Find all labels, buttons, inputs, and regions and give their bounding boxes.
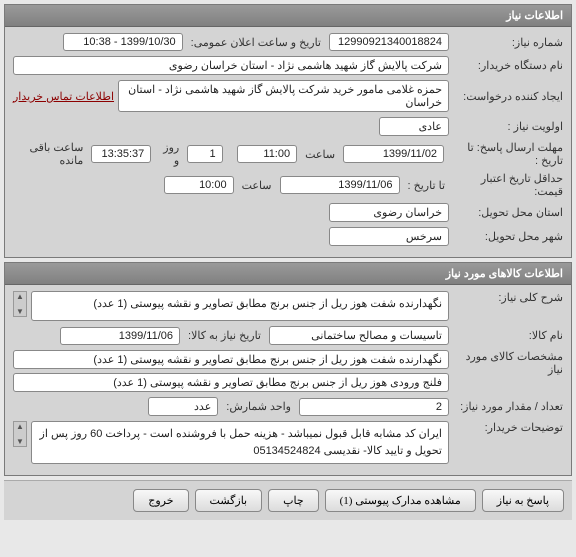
specs-label: مشخصات کالای مورد نیاز <box>453 350 563 376</box>
priority-label: اولویت نیاز : <box>453 120 563 133</box>
credit-time-label: ساعت <box>238 179 276 192</box>
need-info-panel: اطلاعات نیاز شماره نیاز: 129909213400188… <box>4 4 572 258</box>
general-desc-label: شرح کلی نیاز: <box>453 291 563 304</box>
goods-info-panel: اطلاعات کالاهای مورد نیاز شرح کلی نیاز: … <box>4 262 572 476</box>
deadline-label: مهلت ارسال پاسخ: تا تاریخ : <box>448 141 563 167</box>
goods-date-field: 1399/11/06 <box>60 327 180 345</box>
need-number-label: شماره نیاز: <box>453 36 563 49</box>
buyer-org-label: نام دستگاه خریدار: <box>453 59 563 72</box>
hours-left-label: ساعت باقی مانده <box>13 141 87 167</box>
buyer-org-field: شرکت پالایش گاز شهید هاشمی نژاد - استان … <box>13 56 449 75</box>
requester-field: حمزه غلامی مامور خرید شرکت پالایش گاز شه… <box>118 80 449 112</box>
credit-date-field: 1399/11/06 <box>280 176 400 194</box>
back-button[interactable]: بازگشت <box>195 489 263 512</box>
unit-field: عدد <box>148 397 218 416</box>
qty-label: تعداد / مقدار مورد نیاز: <box>453 400 563 413</box>
buyer-notes-field: ایران کد مشابه قابل قبول نمیباشد - هزینه… <box>31 421 449 464</box>
requester-label: ایجاد کننده درخواست: <box>453 90 563 103</box>
announce-label: تاریخ و ساعت اعلان عمومی: <box>187 36 325 49</box>
hours-left-field: 13:35:37 <box>91 145 151 163</box>
credit-label: حداقل تاریخ اعتبار قیمت: <box>453 172 563 198</box>
print-button[interactable]: چاپ <box>268 489 319 512</box>
announce-field: 1399/10/30 - 10:38 <box>63 33 183 51</box>
scroll-icon[interactable]: ▲▼ <box>13 291 27 317</box>
qty-field: 2 <box>299 398 449 416</box>
credit-time-field: 10:00 <box>164 176 234 194</box>
need-info-body: شماره نیاز: 12990921340018824 تاریخ و سا… <box>5 27 571 257</box>
scroll-icon-2[interactable]: ▲▼ <box>13 421 27 447</box>
goods-info-header: اطلاعات کالاهای مورد نیاز <box>5 263 571 285</box>
specs-line1: نگهدارنده شفت هوز ریل از جنس برنج مطابق … <box>13 350 449 369</box>
delivery-province-field: خراسان رضوی <box>329 203 449 222</box>
delivery-city-field: سرخس <box>329 227 449 246</box>
deadline-time-label: ساعت <box>301 148 339 161</box>
exit-button[interactable]: خروج <box>133 489 188 512</box>
delivery-city-label: شهر محل تحویل: <box>453 230 563 243</box>
unit-label: واحد شمارش: <box>222 400 295 413</box>
days-left-field: 1 <box>187 145 222 163</box>
buyer-notes-label: توضیحات خریدار: <box>453 421 563 434</box>
need-info-header: اطلاعات نیاز <box>5 5 571 27</box>
specs-line2: فلنج ورودی هوز ریل از جنس برنج مطابق تصا… <box>13 373 449 392</box>
deadline-time-field: 11:00 <box>237 145 297 163</box>
button-bar: پاسخ به نیاز مشاهده مدارک پیوستی (1) چاپ… <box>4 480 572 520</box>
respond-button[interactable]: پاسخ به نیاز <box>482 489 564 512</box>
general-desc-field: نگهدارنده شفت هوز ریل از جنس برنج مطابق … <box>31 291 449 321</box>
goods-info-body: شرح کلی نیاز: نگهدارنده شفت هوز ریل از ج… <box>5 285 571 475</box>
priority-field: عادی <box>379 117 449 136</box>
goods-name-field: تاسیسات و مصالح ساختمانی <box>269 326 449 345</box>
deadline-date-field: 1399/11/02 <box>343 145 444 163</box>
need-number-field: 12990921340018824 <box>329 33 449 51</box>
contact-link[interactable]: اطلاعات تماس خریدار <box>13 90 114 103</box>
goods-date-label: تاریخ نیاز به کالا: <box>184 329 265 342</box>
credit-to-label: تا تاریخ : <box>404 179 449 192</box>
view-attachments-button[interactable]: مشاهده مدارک پیوستی (1) <box>325 489 476 512</box>
goods-name-label: نام کالا: <box>453 329 563 342</box>
days-left-label: روز و <box>155 141 183 167</box>
delivery-province-label: استان محل تحویل: <box>453 206 563 219</box>
